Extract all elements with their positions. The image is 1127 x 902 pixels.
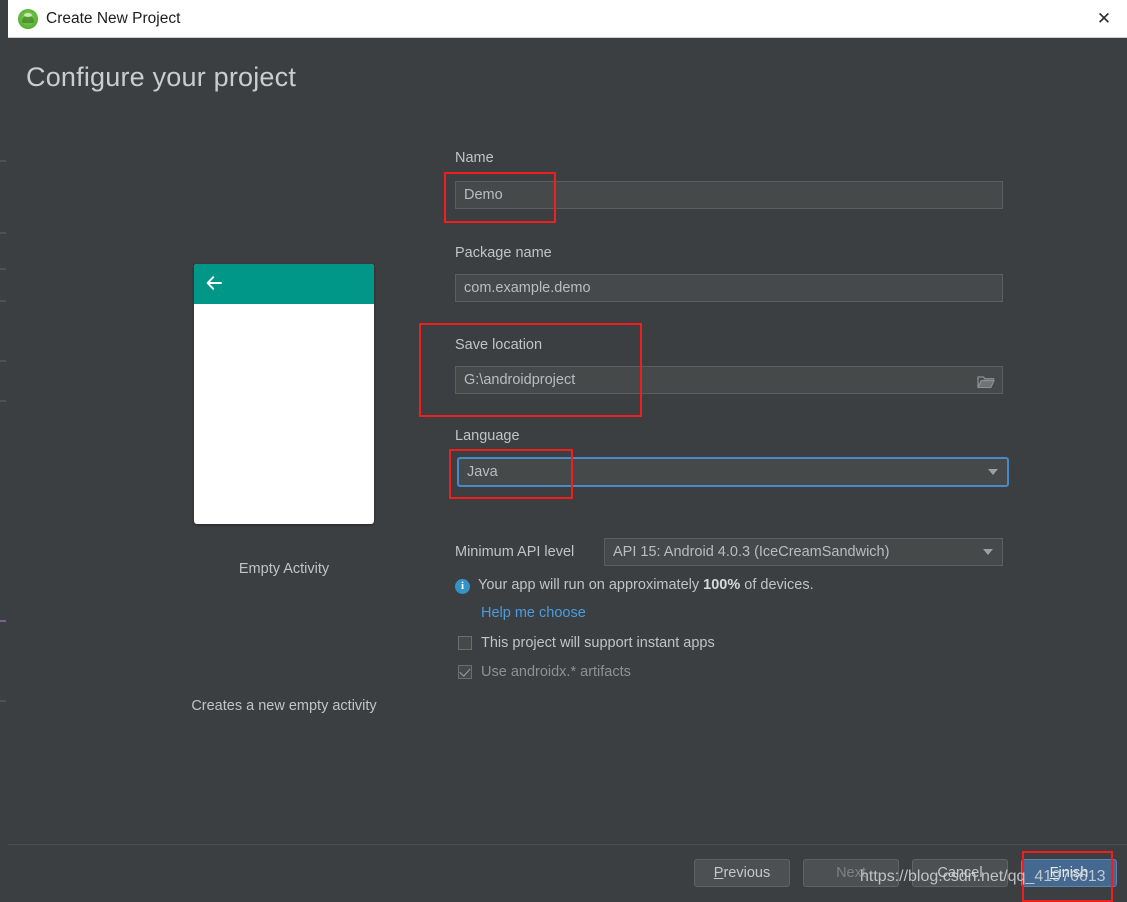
chevron-down-icon [983, 549, 993, 555]
device-coverage-prefix: Your app will run on approximately [478, 577, 703, 593]
language-label: Language [455, 428, 520, 444]
close-icon[interactable]: ✕ [1081, 0, 1127, 37]
activity-preview-card [194, 264, 374, 524]
androidx-checkbox-row[interactable]: Use androidx.* artifacts [458, 664, 631, 680]
language-value: Java [467, 464, 498, 480]
info-icon: i [455, 579, 470, 594]
title-bar: Create New Project ✕ [8, 0, 1127, 38]
device-coverage-text: Your app will run on approximately 100% … [478, 577, 814, 593]
page-title: Configure your project [26, 62, 296, 93]
min-api-value: API 15: Android 4.0.3 (IceCreamSandwich) [613, 544, 889, 560]
device-coverage-percent: 100% [703, 577, 740, 593]
preview-activity-title: Empty Activity [124, 561, 444, 577]
androidx-label: Use androidx.* artifacts [481, 664, 631, 680]
package-name-input[interactable]: com.example.demo [455, 274, 1003, 302]
device-coverage-suffix: of devices. [740, 577, 813, 593]
instant-apps-label: This project will support instant apps [481, 635, 715, 651]
back-arrow-icon [206, 276, 223, 290]
instant-apps-checkbox[interactable] [458, 636, 472, 650]
previous-label: revious [723, 865, 770, 881]
help-me-choose-link[interactable]: Help me choose [481, 605, 586, 621]
chevron-down-icon [988, 469, 998, 475]
package-name-label: Package name [455, 245, 552, 261]
save-location-label: Save location [455, 337, 542, 353]
min-api-label: Minimum API level [455, 544, 574, 560]
previous-mnemonic: P [714, 865, 724, 881]
min-api-dropdown[interactable]: API 15: Android 4.0.3 (IceCreamSandwich) [604, 538, 1003, 566]
create-new-project-dialog: Create New Project ✕ Configure your proj… [8, 0, 1127, 902]
androidx-checkbox[interactable] [458, 665, 472, 679]
preview-activity-description: Creates a new empty activity [124, 698, 444, 714]
folder-icon[interactable] [977, 373, 995, 388]
dialog-body: Configure your project Empty Activity Cr… [8, 38, 1127, 844]
previous-button[interactable]: Previous [694, 859, 790, 887]
instant-apps-checkbox-row[interactable]: This project will support instant apps [458, 635, 715, 651]
android-studio-icon [18, 9, 38, 29]
save-location-value: G:\androidproject [464, 367, 575, 393]
name-input[interactable]: Demo [455, 181, 1003, 209]
language-dropdown[interactable]: Java [457, 457, 1009, 487]
window-title: Create New Project [46, 0, 180, 38]
background-strip [0, 0, 8, 902]
preview-app-bar [194, 264, 374, 304]
name-label: Name [455, 150, 494, 166]
watermark-text: https://blog.csdn.net/qq_41976613 [860, 868, 1106, 886]
save-location-input[interactable]: G:\androidproject [455, 366, 1003, 394]
